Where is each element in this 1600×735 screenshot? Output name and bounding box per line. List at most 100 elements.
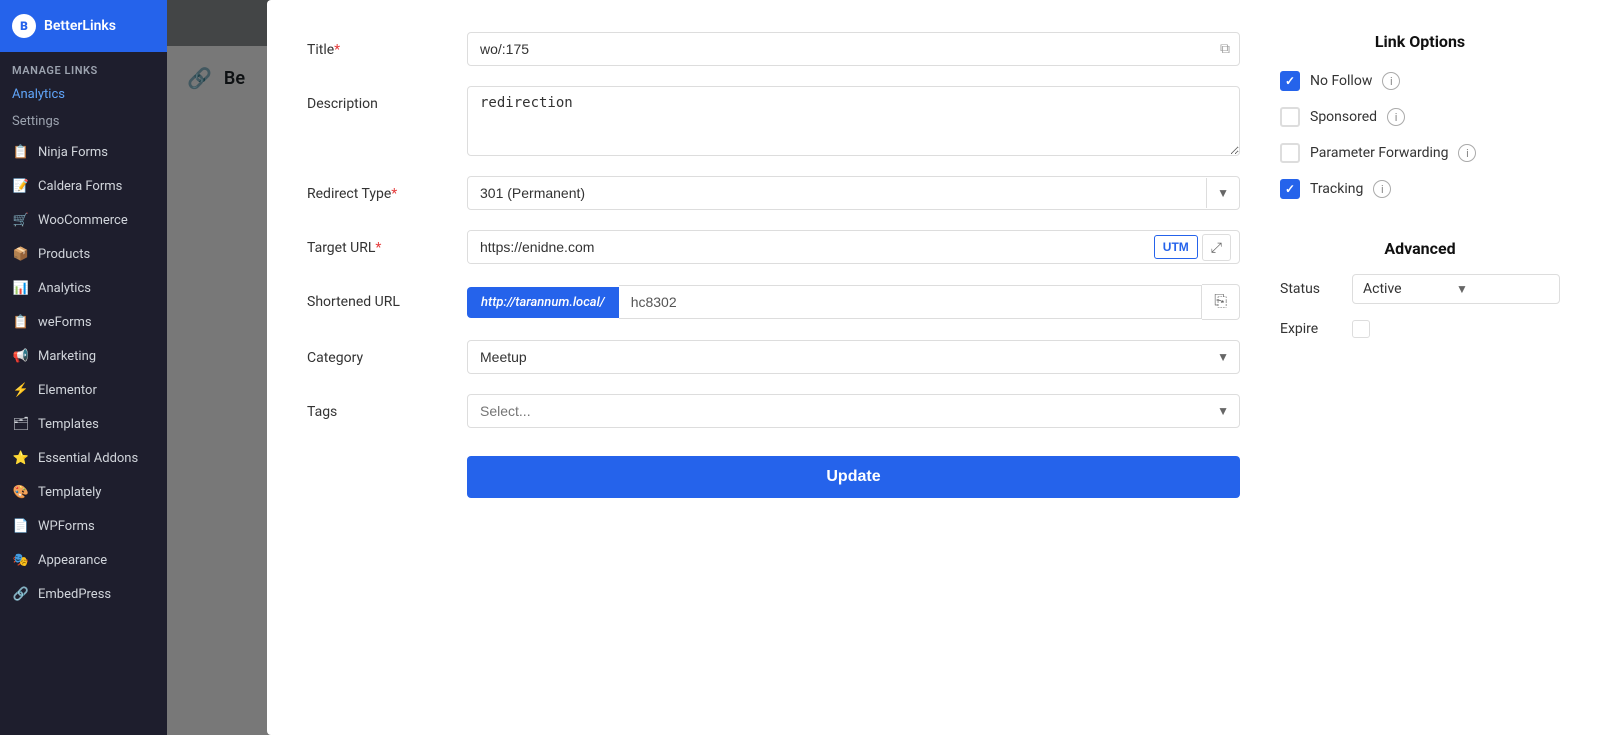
essential-addons-icon: ⭐ — [12, 449, 30, 467]
status-label: Status — [1280, 281, 1340, 297]
sidebar-item-ninja-forms[interactable]: 📋 Ninja Forms — [0, 135, 167, 169]
sidebar-settings-link[interactable]: Settings — [0, 108, 167, 135]
category-chevron-icon[interactable]: ▼ — [1207, 342, 1239, 372]
tags-label: Tags — [307, 394, 467, 420]
sidebar-item-analytics[interactable]: 📊 Analytics — [0, 271, 167, 305]
no-follow-checkbox[interactable] — [1280, 71, 1300, 91]
clipboard-icon: ⧉ — [1220, 41, 1230, 57]
sidebar-item-label: Appearance — [38, 553, 107, 568]
options-column: Link Options No Follow i Sponsored i Par… — [1280, 32, 1560, 518]
tracking-label: Tracking — [1310, 181, 1363, 197]
sponsored-label: Sponsored — [1310, 109, 1377, 125]
shortened-base[interactable]: http://tarannum.local/ — [467, 287, 619, 318]
required-marker: * — [334, 42, 340, 58]
sidebar-item-templates[interactable]: 🗂 Templates — [0, 407, 167, 441]
templately-icon: 🎨 — [12, 483, 30, 501]
redirect-type-select[interactable]: 301 (Permanent) 302 (Temporary) 307 (Tem… — [468, 177, 1206, 209]
tags-chevron-icon[interactable]: ▼ — [1207, 396, 1239, 426]
title-field: ⧉ — [467, 32, 1240, 66]
sidebar-item-label: EmbedPress — [38, 587, 111, 602]
sidebar-item-templately[interactable]: 🎨 Templately — [0, 475, 167, 509]
sidebar-item-label: Marketing — [38, 349, 96, 364]
target-url-wrapper: UTM ⤢ — [467, 230, 1240, 264]
tags-input[interactable] — [468, 395, 1207, 427]
update-button[interactable]: Update — [467, 456, 1240, 498]
appearance-icon: 🎭 — [12, 551, 30, 569]
no-follow-row: No Follow i — [1280, 71, 1560, 91]
weforms-icon: 📋 — [12, 313, 30, 331]
sidebar-item-appearance[interactable]: 🎭 Appearance — [0, 543, 167, 577]
sidebar-item-label: Caldera Forms — [38, 179, 122, 194]
sidebar-item-label: Templately — [38, 485, 101, 500]
shortened-url-field: http://tarannum.local/ ⎘ — [467, 284, 1240, 320]
sidebar-item-weforms[interactable]: 📋 weForms — [0, 305, 167, 339]
expire-label: Expire — [1280, 321, 1340, 337]
description-textarea[interactable]: redirection — [467, 86, 1240, 156]
update-label-spacer — [307, 448, 467, 458]
parameter-forwarding-info-icon[interactable]: i — [1458, 144, 1476, 162]
tracking-info-icon[interactable]: i — [1373, 180, 1391, 198]
sidebar-item-label: WooCommerce — [38, 213, 128, 228]
category-row: Category ▼ — [307, 340, 1240, 374]
parameter-forwarding-checkbox[interactable] — [1280, 143, 1300, 163]
tracking-row: Tracking i — [1280, 179, 1560, 199]
category-select-wrapper: ▼ — [467, 340, 1240, 374]
sponsored-info-icon[interactable]: i — [1387, 108, 1405, 126]
no-follow-info-icon[interactable]: i — [1382, 72, 1400, 90]
main-area: ≡ ⊞ ★ ☽ 🔗 Be Settings ⋮ ⠿ How to... comm… — [167, 0, 1600, 735]
category-label: Category — [307, 340, 467, 366]
sidebar-item-label: Elementor — [38, 383, 97, 398]
sidebar-item-label: Analytics — [38, 281, 91, 296]
sidebar-logo[interactable]: B BetterLinks — [0, 0, 167, 52]
sidebar-item-marketing[interactable]: 📢 Marketing — [0, 339, 167, 373]
modal-content: Title* ⧉ Description redirection — [307, 32, 1560, 518]
expire-row: Expire — [1280, 320, 1560, 338]
sidebar-item-label: Products — [38, 247, 90, 262]
sidebar-item-essential-addons[interactable]: ⭐ Essential Addons — [0, 441, 167, 475]
select-chevron-icon[interactable]: ▼ — [1207, 186, 1239, 200]
sidebar-item-products[interactable]: 📦 Products — [0, 237, 167, 271]
status-chevron-icon: ▼ — [1456, 282, 1549, 296]
category-input[interactable] — [468, 341, 1207, 373]
target-url-input[interactable] — [468, 231, 1154, 263]
products-icon: 📦 — [12, 245, 30, 263]
sponsored-checkbox[interactable] — [1280, 107, 1300, 127]
sidebar-item-label: Essential Addons — [38, 451, 138, 466]
target-url-label: Target URL* — [307, 230, 467, 256]
redirect-type-row: Redirect Type* 301 (Permanent) 302 (Temp… — [307, 176, 1240, 210]
utm-button[interactable]: UTM — [1154, 235, 1198, 259]
sidebar-item-woocommerce[interactable]: 🛒 WooCommerce — [0, 203, 167, 237]
required-marker: * — [375, 240, 381, 256]
manage-links-section: Manage Links — [0, 52, 167, 81]
edit-link-modal: Title* ⧉ Description redirection — [267, 0, 1600, 735]
status-value: Active — [1363, 281, 1456, 297]
tags-select-wrapper: ▼ — [467, 394, 1240, 428]
target-url-row: Target URL* UTM ⤢ — [307, 230, 1240, 264]
tags-field: ▼ — [467, 394, 1240, 428]
sidebar-item-elementor[interactable]: ⚡ Elementor — [0, 373, 167, 407]
shortened-url-label: Shortened URL — [307, 284, 467, 310]
wpforms-icon: 📄 — [12, 517, 30, 535]
share-button[interactable]: ⤢ — [1202, 234, 1231, 261]
sidebar-item-embedpress[interactable]: 🔗 EmbedPress — [0, 577, 167, 611]
shortened-url-row-inner: http://tarannum.local/ ⎘ — [467, 284, 1240, 320]
status-select[interactable]: Active ▼ — [1352, 274, 1560, 304]
required-marker: * — [391, 186, 397, 202]
tags-row: Tags ▼ — [307, 394, 1240, 428]
ninja-forms-icon: 📋 — [12, 143, 30, 161]
parameter-forwarding-row: Parameter Forwarding i — [1280, 143, 1560, 163]
sidebar-item-label: weForms — [38, 315, 92, 330]
sidebar-item-label: WPForms — [38, 519, 95, 534]
sidebar-analytics-link[interactable]: Analytics — [0, 81, 167, 108]
sidebar-logo-text: BetterLinks — [44, 18, 116, 34]
sidebar-item-wpforms[interactable]: 📄 WPForms — [0, 509, 167, 543]
sidebar-item-caldera-forms[interactable]: 📝 Caldera Forms — [0, 169, 167, 203]
title-input[interactable] — [467, 32, 1240, 66]
shortened-slug-input[interactable] — [619, 285, 1202, 319]
tracking-checkbox[interactable] — [1280, 179, 1300, 199]
title-label: Title* — [307, 32, 467, 58]
copy-slug-button[interactable]: ⎘ — [1202, 284, 1240, 320]
category-field: ▼ — [467, 340, 1240, 374]
expire-checkbox[interactable] — [1352, 320, 1370, 338]
redirect-type-select-wrapper: 301 (Permanent) 302 (Temporary) 307 (Tem… — [467, 176, 1240, 210]
